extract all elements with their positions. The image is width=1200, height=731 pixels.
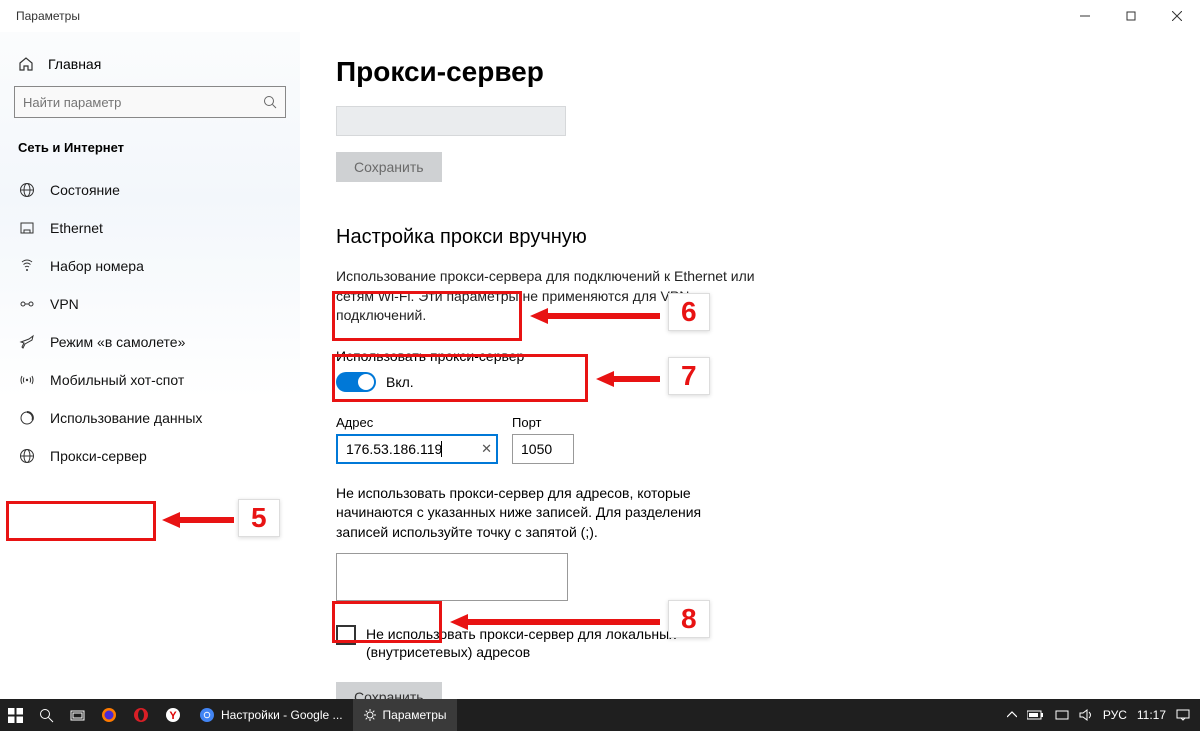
- window-title: Параметры: [16, 9, 80, 23]
- search-button[interactable]: [31, 699, 62, 731]
- sidebar-item-label: Состояние: [50, 182, 120, 198]
- search-icon: [263, 95, 277, 109]
- vpn-icon: [18, 295, 36, 313]
- hotspot-icon: [18, 371, 36, 389]
- ethernet-icon: [18, 219, 36, 237]
- tray-time[interactable]: 11:17: [1137, 708, 1166, 722]
- proxy-icon: [18, 447, 36, 465]
- svg-text:Y: Y: [169, 710, 177, 722]
- sidebar-section-title: Сеть и Интернет: [0, 136, 300, 171]
- save-button-disabled: Сохранить: [336, 152, 442, 182]
- sidebar-item-airplane[interactable]: Режим «в самолете»: [0, 323, 300, 361]
- system-tray[interactable]: РУС 11:17: [997, 708, 1200, 722]
- manual-setup-heading: Настройка прокси вручную: [336, 226, 1200, 249]
- port-value: 1050: [521, 441, 552, 457]
- tray-chevron-icon[interactable]: [1007, 710, 1017, 720]
- script-address-input[interactable]: [336, 106, 566, 136]
- address-input[interactable]: 176.53.186.119 ✕: [336, 434, 498, 464]
- taskbar-chrome[interactable]: Настройки - Google ...: [189, 699, 353, 731]
- manual-setup-description: Использование прокси-сервера для подключ…: [336, 267, 756, 326]
- minimize-button[interactable]: [1062, 0, 1108, 32]
- toggle-state-label: Вкл.: [386, 374, 414, 390]
- save-button[interactable]: Сохранить: [336, 682, 442, 699]
- globe-icon: [18, 181, 36, 199]
- port-input[interactable]: 1050: [512, 434, 574, 464]
- dialup-icon: [18, 257, 36, 275]
- close-button[interactable]: [1154, 0, 1200, 32]
- data-usage-icon: [18, 409, 36, 427]
- home-icon: [18, 56, 34, 72]
- taskbar-opera[interactable]: [125, 699, 157, 731]
- main-content: Прокси-сервер Сохранить Настройка прокси…: [300, 32, 1200, 699]
- taskview-button[interactable]: [62, 699, 93, 731]
- local-addresses-label: Не использовать прокси-сервер для локаль…: [366, 625, 766, 663]
- tray-notifications-icon[interactable]: [1176, 709, 1190, 721]
- taskbar-settings-label: Параметры: [383, 708, 447, 722]
- sidebar-item-datausage[interactable]: Использование данных: [0, 399, 300, 437]
- use-proxy-label: Использовать прокси-сервер: [336, 348, 524, 364]
- exclude-description: Не использовать прокси-сервер для адресо…: [336, 484, 756, 543]
- taskbar: Y Настройки - Google ... Параметры РУС 1…: [0, 699, 1200, 731]
- tray-language[interactable]: РУС: [1103, 708, 1127, 722]
- page-title: Прокси-сервер: [336, 56, 1200, 88]
- use-proxy-block: Использовать прокси-сервер Вкл.: [336, 348, 524, 392]
- sidebar-item-label: Использование данных: [50, 410, 202, 426]
- sidebar-item-dialup[interactable]: Набор номера: [0, 247, 300, 285]
- use-proxy-toggle[interactable]: [336, 372, 376, 392]
- sidebar-item-label: Режим «в самолете»: [50, 334, 185, 350]
- tray-network-icon[interactable]: [1055, 709, 1069, 721]
- maximize-button[interactable]: [1108, 0, 1154, 32]
- search-input[interactable]: [14, 86, 286, 118]
- search-field[interactable]: [23, 95, 263, 110]
- taskbar-chrome-label: Настройки - Google ...: [221, 708, 343, 722]
- address-port-row: Адрес 176.53.186.119 ✕ Порт 1050: [336, 415, 1200, 464]
- tray-battery-icon[interactable]: [1027, 710, 1045, 720]
- tray-volume-icon[interactable]: [1079, 709, 1093, 721]
- address-value: 176.53.186.119: [346, 441, 442, 457]
- gear-icon: [363, 708, 377, 722]
- titlebar: Параметры: [0, 0, 1200, 32]
- clear-icon[interactable]: ✕: [481, 441, 492, 457]
- sidebar-item-ethernet[interactable]: Ethernet: [0, 209, 300, 247]
- start-button[interactable]: [0, 699, 31, 731]
- sidebar-item-label: Ethernet: [50, 220, 103, 236]
- sidebar-item-label: Мобильный хот-спот: [50, 372, 184, 388]
- sidebar-item-label: VPN: [50, 296, 79, 312]
- sidebar-item-status[interactable]: Состояние: [0, 171, 300, 209]
- taskbar-settings[interactable]: Параметры: [353, 699, 457, 731]
- sidebar-item-vpn[interactable]: VPN: [0, 285, 300, 323]
- sidebar-home-label: Главная: [48, 56, 101, 72]
- port-label: Порт: [512, 415, 574, 430]
- sidebar-item-proxy[interactable]: Прокси-сервер: [0, 437, 300, 475]
- sidebar-item-label: Прокси-сервер: [50, 448, 147, 464]
- sidebar-item-label: Набор номера: [50, 258, 144, 274]
- local-addresses-checkbox[interactable]: [336, 625, 356, 645]
- taskbar-yandex[interactable]: Y: [157, 699, 189, 731]
- taskbar-firefox[interactable]: [93, 699, 125, 731]
- sidebar-home[interactable]: Главная: [0, 50, 300, 86]
- sidebar: Главная Сеть и Интернет Состояние Ethern…: [0, 32, 300, 699]
- sidebar-item-hotspot[interactable]: Мобильный хот-спот: [0, 361, 300, 399]
- address-label: Адрес: [336, 415, 498, 430]
- exclude-textarea[interactable]: [336, 553, 568, 601]
- airplane-icon: [18, 333, 36, 351]
